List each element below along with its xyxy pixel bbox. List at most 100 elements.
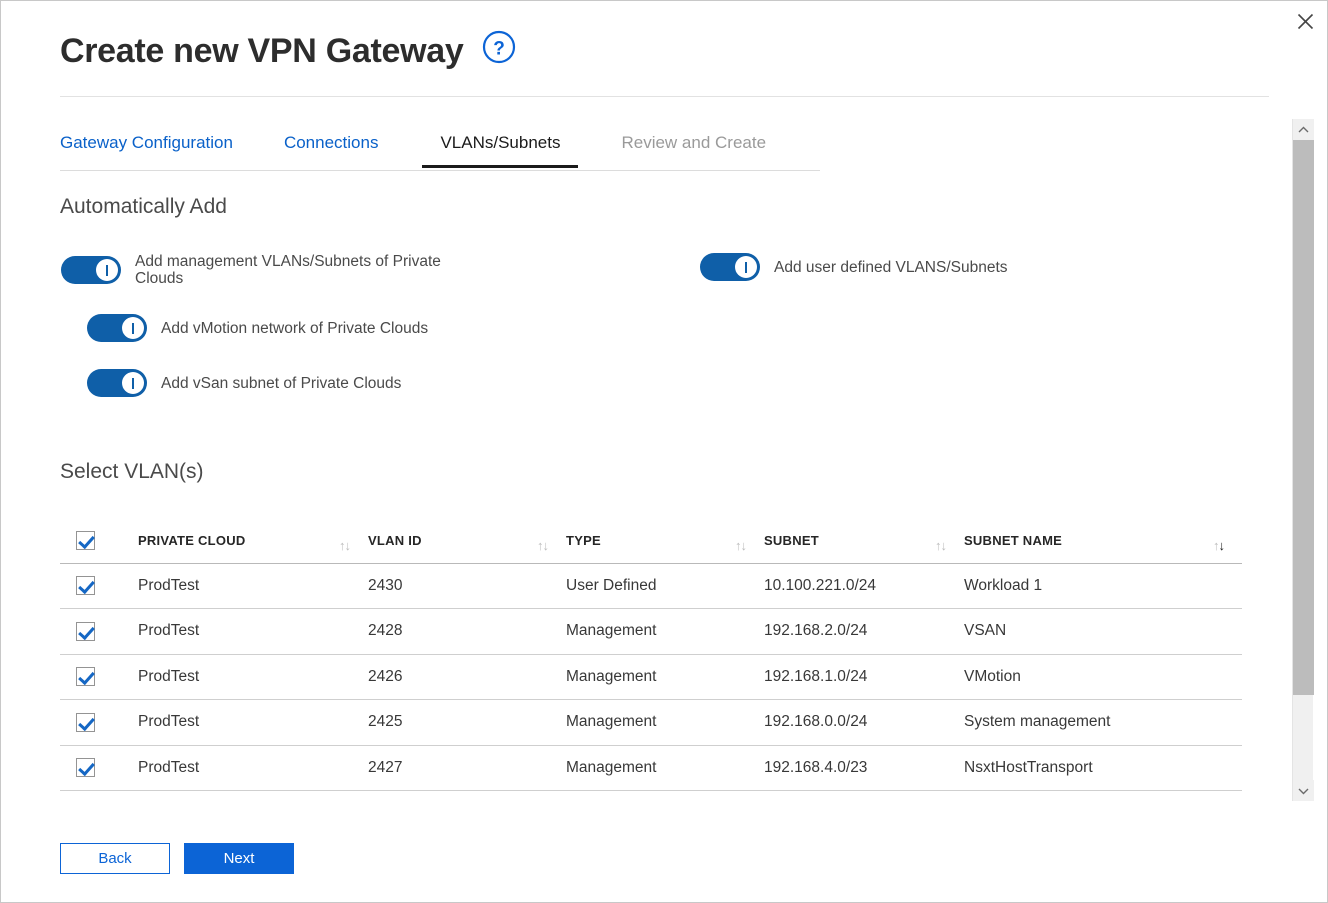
sort-icon-type[interactable]: ↑↓ xyxy=(735,539,747,552)
toggle-label-add-management-vlans: Add management VLANs/Subnets of Private … xyxy=(135,253,441,287)
vlan-table-header: PRIVATE CLOUD ↑↓ VLAN ID ↑↓ TYPE ↑↓ SUBN… xyxy=(60,519,1242,564)
back-button[interactable]: Back xyxy=(60,843,170,874)
tab-review-and-create: Review and Create xyxy=(621,133,767,152)
column-label-private-cloud: PRIVATE CLOUD xyxy=(138,533,246,549)
toggle-knob xyxy=(122,317,144,339)
cell-subnet: 192.168.2.0/24 xyxy=(764,608,964,655)
next-button[interactable]: Next xyxy=(184,843,294,874)
svg-text:?: ? xyxy=(493,38,505,59)
toggle-add-user-defined-vlans[interactable] xyxy=(700,253,760,281)
column-label-subnet: SUBNET xyxy=(764,533,819,549)
select-all-header xyxy=(60,519,138,564)
toggle-label-add-vsan-subnet: Add vSan subnet of Private Clouds xyxy=(161,374,402,392)
cell-subnet: 10.100.221.0/24 xyxy=(764,563,964,609)
page-title: Create new VPN Gateway xyxy=(60,32,464,70)
table-row[interactable]: ProdTest 2425 Management 192.168.0.0/24 … xyxy=(60,699,1242,746)
sort-icon-subnet[interactable]: ↑↓ xyxy=(935,539,947,552)
tab-gateway-configuration[interactable]: Gateway Configuration xyxy=(60,132,233,165)
toggle-knob xyxy=(122,372,144,394)
table-row[interactable]: ProdTest 2426 Management 192.168.1.0/24 … xyxy=(60,654,1242,700)
sort-icon-vlan-id[interactable]: ↑↓ xyxy=(537,539,549,552)
row-checkbox-cell xyxy=(60,654,138,700)
cell-subnet-name: VMotion xyxy=(964,654,1242,700)
toggle-add-vsan-subnet[interactable] xyxy=(87,369,147,397)
column-header-private-cloud[interactable]: PRIVATE CLOUD ↑↓ xyxy=(138,519,368,564)
cell-vlan-id: 2426 xyxy=(368,654,566,700)
row-checkbox[interactable] xyxy=(76,712,95,732)
column-label-type: TYPE xyxy=(566,533,601,549)
toggle-add-vmotion-network[interactable] xyxy=(87,314,147,342)
toggle-row-add-management-vlans: Add management VLANs/Subnets of Private … xyxy=(61,253,501,287)
column-header-subnet-name[interactable]: SUBNET NAME ↑↓ xyxy=(964,519,1242,564)
sort-icon-subnet-name[interactable]: ↑↓ xyxy=(1213,539,1225,552)
row-checkbox[interactable] xyxy=(76,576,95,596)
cell-subnet: 192.168.4.0/23 xyxy=(764,745,964,791)
table-row-partial[interactable] xyxy=(60,790,1242,809)
row-checkbox-cell xyxy=(60,608,138,655)
cell-subnet-name: Workload 1 xyxy=(964,563,1242,609)
table-row[interactable]: ProdTest 2428 Management 192.168.2.0/24 … xyxy=(60,608,1242,655)
cell-private-cloud: ProdTest xyxy=(138,745,368,791)
row-checkbox[interactable] xyxy=(76,758,95,778)
toggle-row-add-user-defined-vlans: Add user defined VLANS/Subnets xyxy=(700,253,1130,281)
row-checkbox-cell xyxy=(60,563,138,609)
cell-subnet-name: VSAN xyxy=(964,608,1242,655)
cell-type: Management xyxy=(566,699,764,746)
column-header-subnet[interactable]: SUBNET ↑↓ xyxy=(764,519,964,564)
chevron-down-icon[interactable] xyxy=(1293,780,1314,801)
cell-private-cloud: ProdTest xyxy=(138,563,368,609)
help-circle-icon[interactable]: ? xyxy=(482,30,516,69)
vlan-table: PRIVATE CLOUD ↑↓ VLAN ID ↑↓ TYPE ↑↓ SUBN… xyxy=(60,519,1242,809)
cell-vlan-id: 2430 xyxy=(368,563,566,609)
column-label-subnet-name: SUBNET NAME xyxy=(964,533,1063,549)
cell-vlan-id: 2425 xyxy=(368,699,566,746)
table-row[interactable]: ProdTest 2430 User Defined 10.100.221.0/… xyxy=(60,563,1242,609)
cell-type: Management xyxy=(566,608,764,655)
vlan-table-body: ProdTest 2430 User Defined 10.100.221.0/… xyxy=(60,563,1242,809)
row-checkbox[interactable] xyxy=(76,667,95,687)
section-title-automatically-add: Automatically Add xyxy=(60,195,227,218)
toggle-row-add-vsan-subnet: Add vSan subnet of Private Clouds xyxy=(87,369,517,397)
select-all-checkbox[interactable] xyxy=(76,531,95,551)
dialog-footer: Back Next xyxy=(60,843,294,874)
toggle-knob xyxy=(96,259,118,281)
section-title-select-vlans: Select VLAN(s) xyxy=(60,460,204,483)
cell-type: User Defined xyxy=(566,563,764,609)
cell-private-cloud: ProdTest xyxy=(138,699,368,746)
toggle-knob xyxy=(735,256,757,278)
tab-vlans-subnets[interactable]: VLANs/Subnets xyxy=(422,132,579,168)
row-checkbox[interactable] xyxy=(76,621,95,641)
toggle-row-add-vmotion-network: Add vMotion network of Private Clouds xyxy=(87,314,517,342)
wizard-tabs: Gateway Configuration Connections VLANs/… xyxy=(60,132,820,171)
create-vpn-gateway-dialog: Create new VPN Gateway ? Gateway Configu… xyxy=(0,0,1328,903)
cell-type: Management xyxy=(566,654,764,700)
cell-subnet: 192.168.1.0/24 xyxy=(764,654,964,700)
sort-icon-private-cloud[interactable]: ↑↓ xyxy=(339,539,351,552)
vlan-table-container: PRIVATE CLOUD ↑↓ VLAN ID ↑↓ TYPE ↑↓ SUBN… xyxy=(60,519,1242,809)
table-header-row: PRIVATE CLOUD ↑↓ VLAN ID ↑↓ TYPE ↑↓ SUBN… xyxy=(60,519,1242,564)
cell-type: Management xyxy=(566,745,764,791)
column-label-vlan-id: VLAN ID xyxy=(368,533,422,549)
tab-connections[interactable]: Connections xyxy=(284,132,379,165)
cell-vlan-id: 2428 xyxy=(368,608,566,655)
cell-private-cloud: ProdTest xyxy=(138,608,368,655)
toggle-label-add-user-defined-vlans: Add user defined VLANS/Subnets xyxy=(774,258,1008,276)
scrollbar-thumb[interactable] xyxy=(1293,140,1314,695)
close-icon[interactable] xyxy=(1284,2,1326,40)
row-checkbox-cell xyxy=(60,745,138,791)
cell-subnet-name: System management xyxy=(964,699,1242,746)
row-checkbox-cell xyxy=(60,790,138,809)
cell-vlan-id: 2427 xyxy=(368,745,566,791)
cell-private-cloud: ProdTest xyxy=(138,654,368,700)
cell-subnet: 192.168.0.0/24 xyxy=(764,699,964,746)
row-checkbox-cell xyxy=(60,699,138,746)
column-header-type[interactable]: TYPE ↑↓ xyxy=(566,519,764,564)
chevron-up-icon[interactable] xyxy=(1293,119,1314,140)
vertical-scrollbar[interactable] xyxy=(1292,119,1314,801)
column-header-vlan-id[interactable]: VLAN ID ↑↓ xyxy=(368,519,566,564)
toggle-add-management-vlans[interactable] xyxy=(61,256,121,284)
table-row[interactable]: ProdTest 2427 Management 192.168.4.0/23 … xyxy=(60,745,1242,791)
cell-subnet-name: NsxtHostTransport xyxy=(964,745,1242,791)
toggle-label-add-vmotion-network: Add vMotion network of Private Clouds xyxy=(161,319,429,337)
dialog-header: Create new VPN Gateway ? xyxy=(60,29,1269,97)
